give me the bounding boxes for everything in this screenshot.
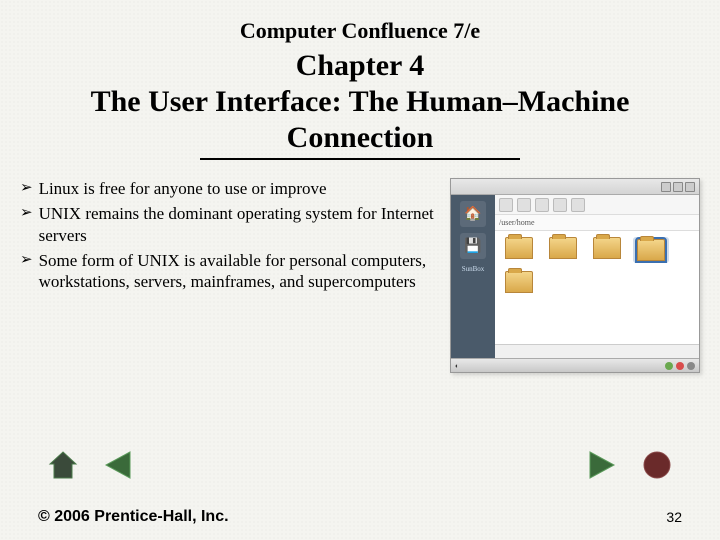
folder-icon <box>593 237 621 259</box>
tray-icon <box>687 362 695 370</box>
folder-icon <box>505 271 533 293</box>
view-icon <box>571 198 585 212</box>
chapter-title-text: The User Interface: The Human–Machine Co… <box>91 85 630 154</box>
chapter-label: Chapter 4 <box>296 49 425 82</box>
slide-footer: © 2006 Prentice-Hall, Inc. 32 <box>38 508 682 526</box>
bullet-list: ➢ Linux is free for anyone to use or imp… <box>20 178 450 373</box>
navigation-bar <box>0 448 720 482</box>
address-bar: /user/home <box>495 215 699 231</box>
circle-stop-icon <box>640 450 674 480</box>
folder-item <box>589 237 625 263</box>
bullet-text: UNIX remains the dominant operating syst… <box>39 203 440 246</box>
start-icon: ◐ <box>455 362 459 370</box>
chapter-heading: Chapter 4 The User Interface: The Human–… <box>0 44 720 156</box>
folder-grid <box>495 231 699 344</box>
list-item: ➢ Some form of UNIX is available for per… <box>20 250 440 293</box>
page-number: 32 <box>666 509 682 525</box>
folder-item <box>501 237 537 263</box>
window-titlebar <box>451 179 699 195</box>
up-icon <box>535 198 549 212</box>
home-icon <box>46 450 80 480</box>
next-button[interactable] <box>582 448 620 482</box>
desktop-taskbar: ◐ <box>451 358 699 372</box>
folder-item <box>545 237 581 263</box>
folder-icon <box>505 237 533 259</box>
close-icon <box>685 182 695 192</box>
drive-icon: 💾 <box>460 233 486 259</box>
maximize-icon <box>673 182 683 192</box>
embedded-screenshot: 🏠 💾 SunBox /user/home <box>450 178 700 373</box>
folder-item-selected <box>633 237 669 263</box>
home-button[interactable] <box>44 448 82 482</box>
folder-icon <box>549 237 577 259</box>
forward-icon <box>517 198 531 212</box>
back-icon <box>499 198 513 212</box>
list-item: ➢ UNIX remains the dominant operating sy… <box>20 203 440 246</box>
status-bar <box>495 344 699 358</box>
filemanager-toolbar <box>495 195 699 215</box>
list-item: ➢ Linux is free for anyone to use or imp… <box>20 178 440 199</box>
home-folder-icon: 🏠 <box>460 201 486 227</box>
tray-icon <box>676 362 684 370</box>
filemanager-sidebar: 🏠 💾 SunBox <box>451 195 495 358</box>
end-button[interactable] <box>638 448 676 482</box>
tray-icon <box>665 362 673 370</box>
bullet-text: Some form of UNIX is available for perso… <box>39 250 440 293</box>
book-title: Computer Confluence 7/e <box>0 0 720 44</box>
triangle-right-icon <box>584 450 618 480</box>
system-tray <box>665 362 695 370</box>
bullet-text: Linux is free for anyone to use or impro… <box>39 178 327 199</box>
previous-button[interactable] <box>100 448 138 482</box>
minimize-icon <box>661 182 671 192</box>
bullet-icon: ➢ <box>20 203 33 223</box>
address-text: /user/home <box>499 218 535 227</box>
folder-item <box>501 271 537 293</box>
sidebar-label: SunBox <box>462 265 485 273</box>
triangle-left-icon <box>102 450 136 480</box>
folder-icon <box>637 239 665 261</box>
copyright-text: © 2006 Prentice-Hall, Inc. <box>38 508 229 526</box>
bullet-icon: ➢ <box>20 250 33 270</box>
bullet-icon: ➢ <box>20 178 33 198</box>
reload-icon <box>553 198 567 212</box>
